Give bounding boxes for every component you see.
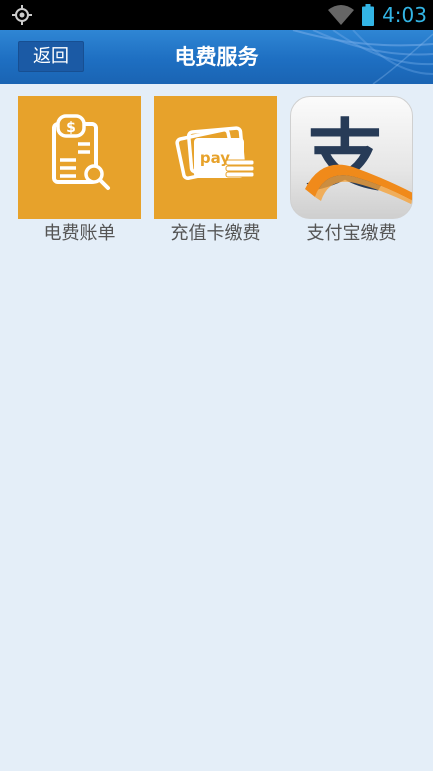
tile-icon-container: pay — [154, 96, 277, 219]
tile-icon-container: $ — [18, 96, 141, 219]
pay-card-icon: pay — [175, 126, 255, 180]
tile-icon-container: 支 — [290, 96, 413, 219]
wifi-icon — [328, 5, 355, 25]
alipay-icon: 支 — [305, 112, 412, 205]
tile-electricity-bill[interactable]: $ 电费账单 — [18, 96, 141, 246]
back-button[interactable]: 返回 — [18, 41, 84, 72]
status-bar: 4:03 — [0, 0, 433, 30]
title-bar: 返回 电费服务 — [0, 30, 433, 84]
header-decoration — [292, 30, 433, 84]
battery-icon — [362, 4, 375, 26]
status-icons: 4:03 — [328, 0, 427, 30]
status-time: 4:03 — [382, 3, 427, 27]
tile-label: 支付宝缴费 — [306, 223, 397, 244]
tile-label: 电费账单 — [43, 223, 116, 244]
tile-alipay[interactable]: 支 支付宝缴费 — [290, 96, 413, 246]
tile-prepaid-card[interactable]: pay 充值卡缴费 — [154, 96, 277, 246]
svg-text:$: $ — [66, 120, 76, 136]
gps-icon — [12, 5, 32, 25]
bill-search-icon: $ — [52, 114, 110, 190]
tile-label: 充值卡缴费 — [170, 223, 261, 244]
